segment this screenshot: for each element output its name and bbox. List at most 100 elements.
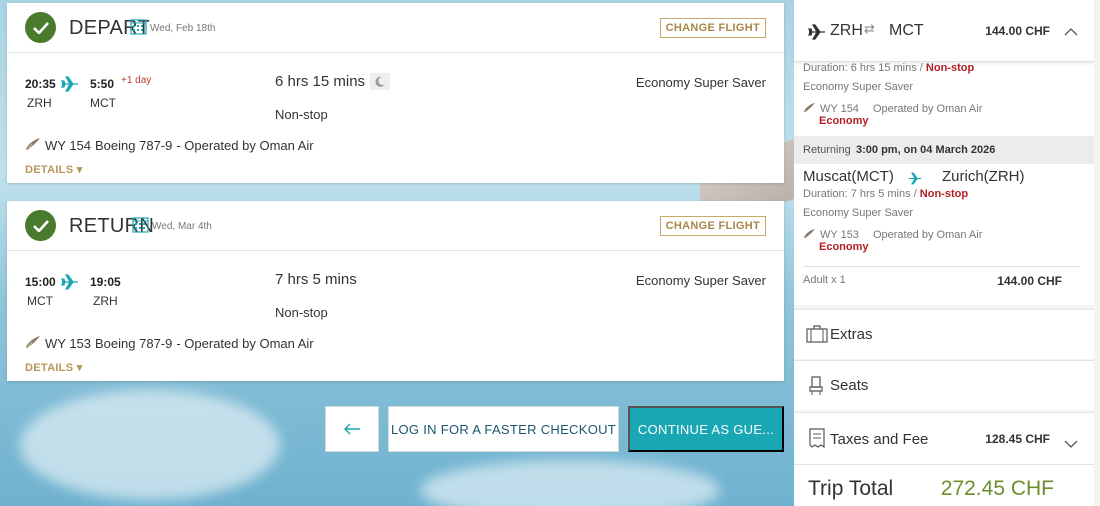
- depart-aircraft: Boeing 787-9: [95, 138, 173, 153]
- return-from-city: Muscat(MCT): [803, 168, 894, 185]
- return-summary-flight-number: WY 153: [820, 229, 859, 241]
- outbound-flight-number: WY 154: [820, 103, 859, 115]
- taxes-label: Taxes and Fee: [830, 431, 929, 448]
- return-summary-class: Economy: [819, 241, 869, 253]
- return-arr-time: 19:05: [90, 275, 121, 289]
- depart-dep-code: ZRH: [27, 96, 52, 110]
- details-label: DETAILS: [25, 362, 74, 374]
- depart-duration: 6 hrs 15 mins: [275, 73, 366, 90]
- divider: [803, 266, 1080, 267]
- depart-cabin: Economy Super Saver: [635, 75, 766, 90]
- route-origin: ZRH: [830, 22, 863, 39]
- depart-stops: Non-stop: [275, 107, 328, 122]
- night-flight-icon: [370, 73, 390, 90]
- calendar-icon: [130, 18, 147, 39]
- return-summary-duration: Duration: 7 hrs 5 mins /: [803, 188, 917, 200]
- plus-day-badge: +1 day: [121, 75, 152, 86]
- oman-air-logo-icon: [25, 335, 41, 352]
- calendar-icon: [132, 216, 149, 237]
- returning-banner: Returning 3:00 pm, on 04 March 2026: [794, 136, 1094, 164]
- return-header: RETURN Wed, Mar 4th CHANGE FLIGHT: [7, 201, 784, 251]
- chevron-down-icon[interactable]: [1064, 434, 1078, 453]
- receipt-icon: [808, 428, 826, 452]
- return-operator-line: WY 153 Operated by Oman Air: [803, 228, 982, 242]
- return-dep-time: 15:00: [25, 275, 56, 289]
- outbound-stop: Non-stop: [925, 62, 975, 74]
- route-destination: MCT: [889, 22, 924, 39]
- depart-dep-time: 20:35: [25, 77, 56, 91]
- depart-header: DEPART Wed, Feb 18th CHANGE FLIGHT: [7, 3, 784, 53]
- outbound-operator: Operated by Oman Air: [872, 103, 983, 115]
- returning-datetime: 3:00 pm, on 04 March 2026: [856, 144, 996, 156]
- return-summary-cabin: Economy Super Saver: [803, 207, 914, 219]
- caret-down-icon: ▾: [73, 164, 83, 176]
- plane-icon: [61, 274, 79, 294]
- return-cabin: Economy Super Saver: [635, 273, 766, 288]
- return-stops: Non-stop: [275, 305, 328, 320]
- oman-air-logo-icon: [25, 137, 41, 154]
- returning-label: Returning: [803, 144, 851, 156]
- caret-down-icon: ▾: [73, 362, 83, 374]
- depart-operator: - Operated by Oman Air: [176, 138, 314, 153]
- outbound-operator-line: WY 154 Operated by Oman Air: [803, 102, 982, 116]
- change-return-flight-button[interactable]: CHANGE FLIGHT: [659, 216, 766, 236]
- oman-air-logo-icon: [803, 102, 816, 116]
- arrow-left-icon: [344, 423, 360, 435]
- plane-icon: [908, 170, 922, 189]
- return-date: Wed, Mar 4th: [152, 221, 212, 232]
- depart-card: DEPART Wed, Feb 18th CHANGE FLIGHT 20:35…: [7, 3, 784, 183]
- return-summary-stop: Non-stop: [919, 188, 969, 200]
- back-button[interactable]: [325, 406, 379, 452]
- depart-date: Wed, Feb 18th: [150, 23, 216, 34]
- taxes-price: 128.45 CHF: [985, 432, 1050, 446]
- outbound-class: Economy: [819, 115, 869, 127]
- outbound-duration: Duration: 6 hrs 15 mins /: [803, 62, 923, 74]
- oman-air-logo-icon: [803, 228, 816, 242]
- depart-details-toggle[interactable]: DETAILS ▾: [25, 163, 83, 176]
- route-summary-header[interactable]: ZRH ⇄ MCT 144.00 CHF: [794, 0, 1094, 62]
- return-flight-info: WY 153 Boeing 787-9 - Operated by Oman A…: [25, 335, 314, 352]
- plane-icon: [808, 24, 826, 44]
- return-details-toggle[interactable]: DETAILS ▾: [25, 361, 83, 374]
- trip-summary-sidebar: Duration: 6 hrs 15 mins / Non-stop Econo…: [794, 0, 1100, 506]
- trip-total-price: 272.45 CHF: [940, 477, 1054, 500]
- outbound-cabin: Economy Super Saver: [803, 81, 914, 93]
- depart-arr-time: 5:50: [90, 77, 115, 91]
- return-duration-line: Duration: 7 hrs 5 mins / Non-stop: [803, 188, 968, 200]
- plane-icon: [61, 76, 79, 96]
- return-arr-code: ZRH: [93, 294, 118, 308]
- login-checkout-button[interactable]: LOG IN FOR A FASTER CHECKOUT: [388, 406, 619, 452]
- adult-count: Adult x 1: [803, 274, 846, 286]
- depart-flight-info: WY 154 Boeing 787-9 - Operated by Oman A…: [25, 137, 314, 154]
- continue-as-guest-button[interactable]: CONTINUE AS GUE...: [628, 406, 784, 452]
- seats-label: Seats: [830, 377, 869, 394]
- luggage-icon: [806, 325, 828, 347]
- taxes-row[interactable]: Taxes and Fee 128.45 CHF: [794, 412, 1094, 464]
- return-operator: - Operated by Oman Air: [176, 336, 314, 351]
- return-flight-number: WY 153: [45, 336, 92, 351]
- return-summary-operator: Operated by Oman Air: [872, 229, 983, 241]
- return-dep-code: MCT: [27, 294, 53, 308]
- check-icon: [25, 12, 56, 43]
- route-price: 144.00 CHF: [985, 24, 1050, 38]
- details-label: DETAILS: [25, 164, 74, 176]
- change-depart-flight-button[interactable]: CHANGE FLIGHT: [659, 18, 766, 38]
- check-icon: [25, 210, 56, 241]
- depart-flight-number: WY 154: [45, 138, 92, 153]
- swap-arrows-icon: ⇄: [864, 22, 875, 37]
- depart-arr-code: MCT: [90, 96, 116, 110]
- cloud-decoration: [420, 460, 720, 506]
- trip-total-row: Trip Total 272.45 CHF: [794, 464, 1094, 506]
- cloud-decoration: [20, 390, 280, 500]
- seats-row[interactable]: Seats: [794, 360, 1094, 410]
- return-aircraft: Boeing 787-9: [95, 336, 173, 351]
- return-duration: 7 hrs 5 mins: [275, 271, 357, 288]
- trip-total-label: Trip Total: [808, 477, 894, 500]
- seat-icon: [808, 376, 824, 400]
- extras-row[interactable]: Extras: [794, 309, 1094, 359]
- extras-label: Extras: [830, 326, 873, 343]
- return-card: RETURN Wed, Mar 4th CHANGE FLIGHT 15:00 …: [7, 201, 784, 381]
- return-to-city: Zurich(ZRH): [942, 168, 1025, 185]
- adult-price: 144.00 CHF: [997, 274, 1062, 288]
- chevron-up-icon[interactable]: [1064, 22, 1078, 41]
